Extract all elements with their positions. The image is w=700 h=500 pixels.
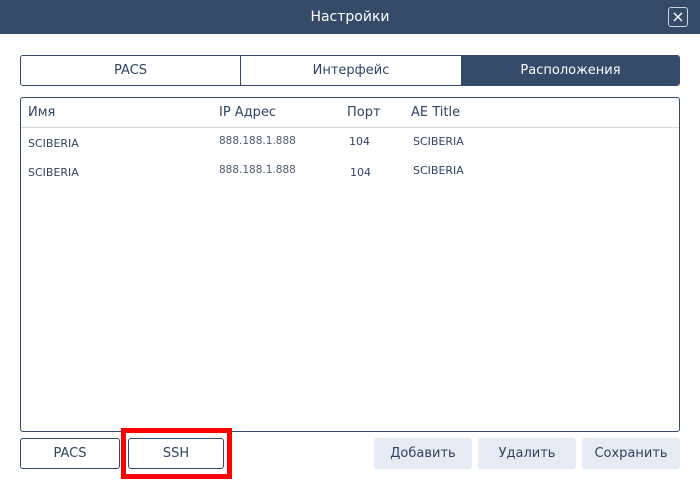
column-header-port: Порт	[347, 105, 381, 120]
table-row[interactable]: SCIBERIA 888.188.1.888 104 SCIBERIA	[21, 160, 679, 188]
window-titlebar: Настройки ×	[0, 0, 700, 34]
cell-port: 104	[349, 135, 370, 148]
column-header-ae-title: AE Title	[411, 105, 461, 120]
cell-ip: 888.188.1.888	[219, 135, 296, 147]
column-header-ip: IP Адрес	[219, 105, 277, 120]
add-button[interactable]: Добавить	[374, 438, 472, 469]
tab-locations[interactable]: Расположения	[461, 56, 679, 85]
delete-button[interactable]: Удалить	[478, 438, 576, 469]
pacs-button[interactable]: PACS	[20, 438, 120, 469]
cell-ip: 888.188.1.888	[219, 164, 296, 176]
save-button[interactable]: Сохранить	[582, 438, 680, 469]
cell-ae-title: SCIBERIA	[413, 164, 464, 177]
cell-name: SCIBERIA	[28, 166, 79, 179]
table-row[interactable]: SCIBERIA 888.188.1.888 104 SCIBERIA	[21, 131, 679, 159]
tab-pacs[interactable]: PACS	[21, 56, 240, 85]
column-header-name: Имя	[28, 105, 56, 120]
cell-port: 104	[350, 166, 371, 179]
locations-table: Имя IP Адрес Порт AE Title SCIBERIA 888.…	[20, 97, 680, 432]
table-header: Имя IP Адрес Порт AE Title	[21, 98, 679, 128]
ssh-button[interactable]: SSH	[128, 438, 224, 469]
window-title: Настройки	[310, 9, 390, 25]
tab-interface[interactable]: Интерфейс	[240, 56, 461, 85]
settings-tabs: PACS Интерфейс Расположения	[20, 55, 680, 86]
cell-ae-title: SCIBERIA	[413, 135, 464, 148]
close-icon[interactable]: ×	[668, 7, 688, 27]
cell-name: SCIBERIA	[28, 137, 79, 150]
